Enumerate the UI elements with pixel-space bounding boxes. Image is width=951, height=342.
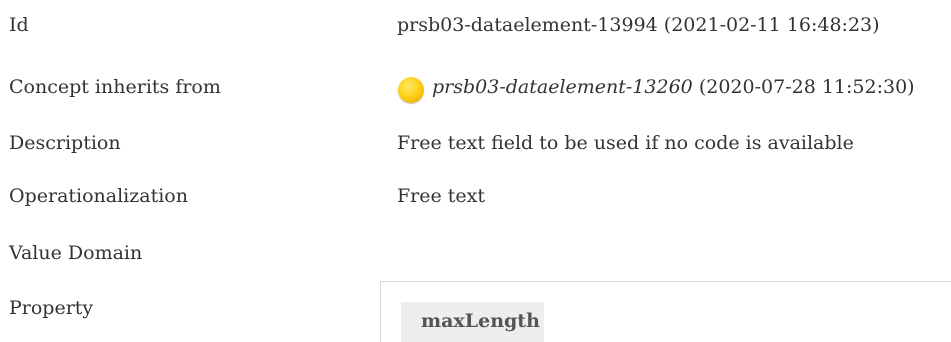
operationalization-value: Free text: [397, 185, 486, 207]
row-description: Description Free text field to be used i…: [0, 132, 951, 172]
description-value: Free text field to be used if no code is…: [397, 132, 854, 154]
row-id: Id prsb03-dataelement-13994 (2021-02-11 …: [0, 14, 951, 54]
inherits-ref-id[interactable]: prsb03-dataelement-13260: [432, 76, 693, 98]
operationalization-label: Operationalization: [9, 185, 188, 207]
row-value-domain: Value Domain: [0, 242, 951, 282]
id-value: prsb03-dataelement-13994 (2021-02-11 16:…: [397, 14, 880, 36]
id-label: Id: [9, 14, 29, 36]
property-panel: maxLength: [380, 281, 951, 342]
value-domain-label: Value Domain: [9, 242, 143, 264]
description-label: Description: [9, 132, 121, 154]
inherits-label: Concept inherits from: [9, 76, 221, 98]
yellow-status-dot-icon: [398, 77, 424, 103]
inherits-reference[interactable]: prsb03-dataelement-13260 (2020-07-28 11:…: [432, 76, 915, 98]
inherits-ref-date: (2020-07-28 11:52:30): [698, 76, 915, 98]
property-chip-text: maxLength: [421, 310, 540, 332]
row-concept-inherits-from: Concept inherits from prsb03-dataelement…: [0, 76, 951, 116]
property-label: Property: [9, 297, 94, 319]
property-chip: maxLength: [401, 302, 544, 342]
row-operationalization: Operationalization Free text: [0, 185, 951, 225]
